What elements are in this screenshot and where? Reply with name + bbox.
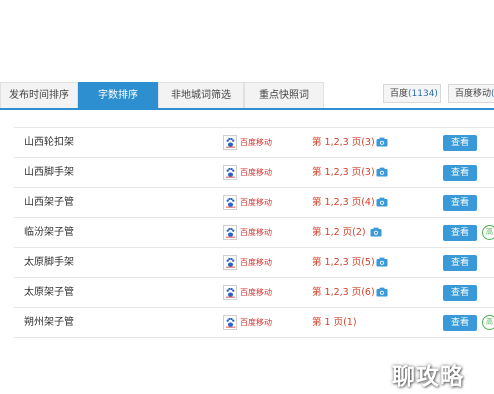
engine-label: 百度移动 — [240, 228, 272, 237]
keyword-text: 朔州架子管 — [24, 317, 74, 328]
baidu-mobile-link[interactable]: 百度移动 — [223, 134, 272, 151]
baidu-paw-icon — [223, 195, 237, 210]
camera-icon[interactable] — [376, 167, 388, 177]
camera-icon[interactable] — [376, 257, 388, 267]
baidu-count-value: (1134) — [408, 89, 438, 99]
view-button[interactable]: 查看 — [443, 135, 477, 151]
baidu-paw-icon — [223, 285, 237, 300]
baidu-mobile-count-label: 百度移动 — [455, 89, 492, 99]
table-row: 山西脚手架 百度移动 第 1,2,3 页(3) 查看 — [14, 157, 494, 187]
ranking-pages-text: 第 1 页(1) — [312, 317, 357, 328]
keyword-text: 太原脚手架 — [24, 257, 74, 268]
camera-icon[interactable] — [376, 287, 388, 297]
keyword-text: 山西脚手架 — [24, 167, 74, 178]
ranking-pages-text: 第 1,2,3 页(4) — [312, 197, 375, 208]
baidu-mobile-link[interactable]: 百度移动 — [223, 314, 272, 331]
keyword-text: 山西轮扣架 — [24, 137, 74, 148]
baidu-mobile-link[interactable]: 百度移动 — [223, 254, 272, 271]
baidu-count-button[interactable]: 百度(1134) — [383, 84, 441, 103]
green-badge-icon[interactable]: 高 — [482, 225, 494, 240]
table-row: 山西轮扣架 百度移动 第 1,2,3 页(3) 查看 — [14, 127, 494, 157]
table-row: 山西架子管 百度移动 第 1,2,3 页(4) 查看 — [14, 187, 494, 217]
baidu-mobile-link[interactable]: 百度移动 — [223, 194, 272, 211]
view-button[interactable]: 查看 — [443, 315, 477, 331]
engine-label: 百度移动 — [240, 198, 272, 207]
baidu-count-label: 百度 — [390, 89, 409, 99]
baidu-paw-icon — [223, 225, 237, 240]
table-row: 太原架子管 百度移动 第 1,2,3 页(6) 查看 — [14, 277, 494, 307]
baidu-mobile-link[interactable]: 百度移动 — [223, 164, 272, 181]
ranking-pages-text: 第 1,2,3 页(5) — [312, 257, 375, 268]
keyword-text: 山西架子管 — [24, 197, 74, 208]
tab-non-city-filter[interactable]: 非地城词筛选 — [158, 82, 244, 108]
view-button[interactable]: 查看 — [443, 165, 477, 181]
baidu-mobile-count-button[interactable]: 百度移动(1 — [448, 84, 494, 103]
table-row: 临汾架子管 百度移动 第 1,2 页(2) 查看高 — [14, 217, 494, 247]
ranking-table: 山西轮扣架 百度移动第 1,2,3 页(3) 查看 山西脚手架 百度移动第 1,2,3 … — [14, 127, 494, 338]
engine-label: 百度移动 — [240, 318, 272, 327]
ranking-pages-text: 第 1,2 页(2) — [312, 227, 366, 238]
camera-icon[interactable] — [376, 197, 388, 207]
engine-label: 百度移动 — [240, 168, 272, 177]
engine-label: 百度移动 — [240, 138, 272, 147]
tab-key-snapshot-words[interactable]: 重点快照词 — [244, 82, 324, 108]
view-button[interactable]: 查看 — [443, 195, 477, 211]
camera-icon[interactable] — [370, 227, 382, 237]
engine-label: 百度移动 — [240, 288, 272, 297]
engine-label: 百度移动 — [240, 258, 272, 267]
tab-publish-time-sort[interactable]: 发布时间排序 — [0, 82, 78, 108]
table-row: 太原脚手架 百度移动 第 1,2,3 页(5) 查看 — [14, 247, 494, 277]
ranking-pages-text: 第 1,2,3 页(6) — [312, 287, 375, 298]
ranking-pages-text: 第 1,2,3 页(3) — [312, 167, 375, 178]
table-row: 朔州架子管 百度移动 第 1 页(1) 查看高 — [14, 307, 494, 338]
view-button[interactable]: 查看 — [443, 285, 477, 301]
watermark: 聊攻略 — [392, 364, 464, 390]
tab-word-count-sort[interactable]: 字数排序 — [78, 82, 158, 108]
view-button[interactable]: 查看 — [443, 255, 477, 271]
baidu-paw-icon — [223, 135, 237, 150]
green-badge-icon[interactable]: 高 — [482, 315, 494, 330]
view-button[interactable]: 查看 — [443, 225, 477, 241]
baidu-mobile-link[interactable]: 百度移动 — [223, 284, 272, 301]
baidu-paw-icon — [223, 315, 237, 330]
baidu-paw-icon — [223, 255, 237, 270]
baidu-mobile-link[interactable]: 百度移动 — [223, 224, 272, 241]
camera-icon[interactable] — [376, 137, 388, 147]
baidu-paw-icon — [223, 165, 237, 180]
keyword-text: 太原架子管 — [24, 287, 74, 298]
ranking-pages-text: 第 1,2,3 页(3) — [312, 137, 375, 148]
keyword-text: 临汾架子管 — [24, 227, 74, 238]
